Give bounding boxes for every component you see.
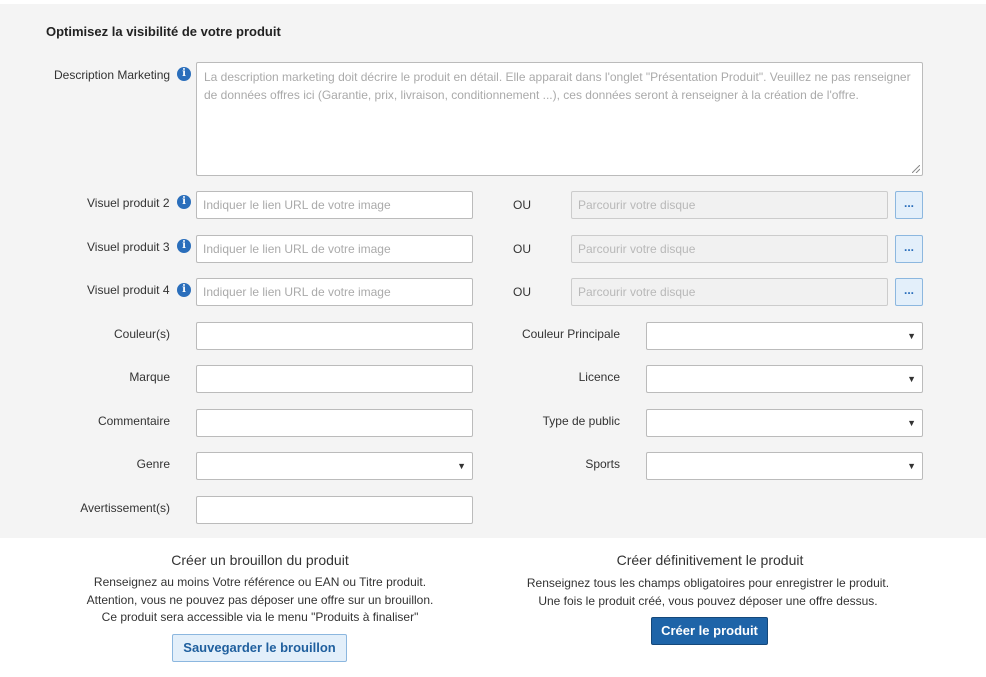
visual-2-label: Visuel produit 2 bbox=[87, 196, 170, 210]
visual-4-label: Visuel produit 4 bbox=[87, 283, 170, 297]
description-placeholder: La description marketing doit décrire le… bbox=[204, 70, 911, 102]
dropdown-caret-icon: ▼ bbox=[457, 461, 466, 471]
info-icon[interactable]: i bbox=[177, 195, 191, 209]
visual-4-url-input[interactable]: Indiquer le lien URL de votre image bbox=[196, 278, 473, 306]
visual-2-browse-input[interactable]: Parcourir votre disque bbox=[571, 191, 888, 219]
license-label: Licence bbox=[578, 370, 620, 384]
gender-select[interactable]: ▼ bbox=[196, 452, 473, 480]
warnings-input[interactable] bbox=[196, 496, 473, 524]
create-product-button[interactable]: Créer le produit bbox=[651, 617, 768, 645]
or-label: OU bbox=[513, 242, 531, 256]
sports-select[interactable]: ▼ bbox=[646, 452, 923, 480]
or-label: OU bbox=[513, 198, 531, 212]
create-title: Créer définitivement le produit bbox=[616, 552, 804, 568]
visual-3-browse-input[interactable]: Parcourir votre disque bbox=[571, 235, 888, 263]
draft-line-2: Attention, vous ne pouvez pas déposer un… bbox=[86, 593, 434, 607]
dropdown-caret-icon: ▼ bbox=[907, 374, 916, 384]
visual-3-browse-button[interactable]: ... bbox=[895, 235, 923, 263]
audience-type-select[interactable]: ▼ bbox=[646, 409, 923, 437]
brand-label: Marque bbox=[129, 370, 170, 384]
brand-input[interactable] bbox=[196, 365, 473, 393]
sports-label: Sports bbox=[585, 457, 620, 471]
colors-input[interactable] bbox=[196, 322, 473, 350]
or-label: OU bbox=[513, 285, 531, 299]
visual-4-browse-button[interactable]: ... bbox=[895, 278, 923, 306]
visual-3-label: Visuel produit 3 bbox=[87, 240, 170, 254]
main-color-label: Couleur Principale bbox=[521, 327, 620, 341]
resize-grip-icon[interactable] bbox=[912, 165, 920, 173]
license-select[interactable]: ▼ bbox=[646, 365, 923, 393]
draft-line-1: Renseignez au moins Votre référence ou E… bbox=[93, 575, 427, 589]
warnings-label: Avertissement(s) bbox=[80, 501, 170, 515]
description-label: Description Marketing bbox=[54, 68, 171, 82]
info-icon[interactable]: i bbox=[177, 67, 191, 81]
visual-2-url-input[interactable]: Indiquer le lien URL de votre image bbox=[196, 191, 473, 219]
draft-title: Créer un brouillon du produit bbox=[171, 552, 349, 568]
visual-3-url-input[interactable]: Indiquer le lien URL de votre image bbox=[196, 235, 473, 263]
description-textarea[interactable]: La description marketing doit décrire le… bbox=[196, 62, 923, 176]
gender-label: Genre bbox=[136, 457, 170, 471]
dropdown-caret-icon: ▼ bbox=[907, 418, 916, 428]
draft-line-3: Ce produit sera accessible via le menu "… bbox=[101, 610, 419, 624]
visual-4-browse-input[interactable]: Parcourir votre disque bbox=[571, 278, 888, 306]
save-draft-button[interactable]: Sauvegarder le brouillon bbox=[172, 634, 347, 662]
visual-2-browse-button[interactable]: ... bbox=[895, 191, 923, 219]
dropdown-caret-icon: ▼ bbox=[907, 461, 916, 471]
comment-input[interactable] bbox=[196, 409, 473, 437]
main-color-select[interactable]: ▼ bbox=[646, 322, 923, 350]
info-icon[interactable]: i bbox=[177, 283, 191, 297]
audience-type-label: Type de public bbox=[542, 414, 620, 428]
create-line-2: Une fois le produit créé, vous pouvez dé… bbox=[538, 594, 878, 608]
colors-label: Couleur(s) bbox=[113, 327, 170, 341]
dropdown-caret-icon: ▼ bbox=[907, 331, 916, 341]
create-line-1: Renseignez tous les champs obligatoires … bbox=[526, 576, 890, 590]
section-title: Optimisez la visibilité de votre produit bbox=[46, 24, 281, 39]
info-icon[interactable]: i bbox=[177, 239, 191, 253]
comment-label: Commentaire bbox=[97, 414, 170, 428]
